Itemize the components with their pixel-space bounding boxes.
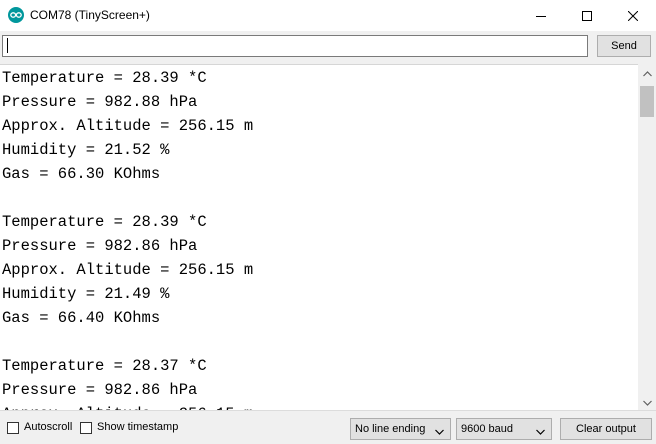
- output-line: Gas = 66.30 KOhms: [2, 165, 161, 183]
- show-timestamp-label: Show timestamp: [97, 421, 179, 433]
- baud-rate-select[interactable]: 9600 baud: [456, 418, 552, 440]
- send-button[interactable]: Send: [597, 35, 651, 57]
- output-line: Pressure = 982.88 hPa: [2, 93, 198, 111]
- output-line: Pressure = 982.86 hPa: [2, 237, 198, 255]
- chevron-down-icon: [536, 426, 545, 438]
- close-button[interactable]: [610, 0, 656, 31]
- clear-output-button[interactable]: Clear output: [560, 418, 652, 440]
- chevron-down-icon: [642, 393, 652, 411]
- output-line: Temperature = 28.37 *C: [2, 357, 207, 375]
- chevron-down-icon: [435, 426, 444, 438]
- output-line: Temperature = 28.39 *C: [2, 69, 207, 87]
- scrollbar-thumb[interactable]: [640, 86, 654, 117]
- minimize-icon: [536, 11, 546, 21]
- bottom-toolbar: Autoscroll Show timestamp No line ending…: [0, 410, 656, 444]
- scroll-down-arrow[interactable]: [638, 393, 656, 410]
- output-line: Temperature = 28.39 *C: [2, 213, 207, 231]
- show-timestamp-checkbox[interactable]: [80, 422, 92, 434]
- line-ending-value: No line ending: [355, 423, 426, 435]
- output-line: Humidity = 21.49 %: [2, 285, 170, 303]
- scroll-up-arrow[interactable]: [638, 64, 656, 81]
- window-title: COM78 (TinyScreen+): [30, 8, 150, 22]
- maximize-button[interactable]: [564, 0, 610, 31]
- vertical-scrollbar[interactable]: [638, 64, 656, 410]
- output-line: Gas = 66.40 KOhms: [2, 309, 161, 327]
- title-bar: COM78 (TinyScreen+): [0, 0, 656, 32]
- chevron-up-icon: [642, 64, 652, 82]
- autoscroll-label: Autoscroll: [24, 421, 73, 433]
- text-caret: [7, 38, 8, 53]
- baud-rate-value: 9600 baud: [461, 423, 513, 435]
- arduino-icon: [8, 7, 24, 23]
- output-line: Approx. Altitude = 256.15 m: [2, 261, 254, 279]
- output-line: Humidity = 21.52 %: [2, 141, 170, 159]
- autoscroll-checkbox[interactable]: [7, 422, 19, 434]
- send-row: Send: [0, 31, 656, 64]
- line-ending-select[interactable]: No line ending: [350, 418, 451, 440]
- output-line: Pressure = 982.86 hPa: [2, 381, 198, 399]
- serial-input[interactable]: [2, 35, 588, 57]
- maximize-icon: [582, 10, 592, 21]
- serial-output[interactable]: Temperature = 28.39 *C Pressure = 982.88…: [0, 64, 638, 411]
- minimize-button[interactable]: [518, 0, 564, 31]
- output-line: Approx. Altitude = 256.15 m: [2, 117, 254, 135]
- close-icon: [628, 10, 638, 21]
